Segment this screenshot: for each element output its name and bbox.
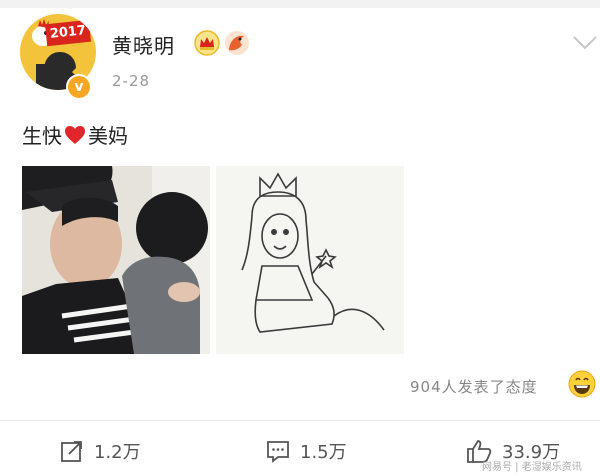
- watermark: 网易号 | 老湿娱乐资讯: [482, 462, 582, 473]
- author-name[interactable]: 黄晓明: [112, 30, 175, 59]
- top-strip: [0, 0, 600, 8]
- heart-icon: [65, 125, 85, 144]
- photo-father-and-child-art: [22, 166, 210, 354]
- comment-count: 1.5万: [300, 442, 347, 463]
- post-text-end: 美妈: [88, 124, 128, 148]
- crown-badge-icon[interactable]: [194, 30, 220, 56]
- grinning-face-icon[interactable]: [568, 370, 596, 398]
- share-icon: [61, 441, 82, 462]
- post-date: 2-28: [112, 72, 151, 90]
- photo-princess-drawing[interactable]: [216, 166, 404, 354]
- reaction-summary[interactable]: 904人发表了态度: [410, 376, 538, 397]
- action-bar-divider: [0, 420, 600, 421]
- chevron-down-icon[interactable]: [572, 34, 598, 52]
- post-text: 生快 美妈: [22, 120, 128, 149]
- comment-button[interactable]: 1.5万: [266, 438, 347, 464]
- post-text-start: 生快: [22, 124, 62, 148]
- comment-icon: [267, 441, 289, 463]
- fox-badge-icon[interactable]: [224, 30, 250, 56]
- verified-badge: v: [66, 74, 92, 100]
- share-button[interactable]: 1.2万: [60, 438, 141, 464]
- photo-father-and-child[interactable]: [22, 166, 210, 354]
- avatar-flag: 2017: [44, 19, 92, 47]
- share-count: 1.2万: [94, 442, 141, 463]
- photo-princess-drawing-art: [216, 166, 404, 354]
